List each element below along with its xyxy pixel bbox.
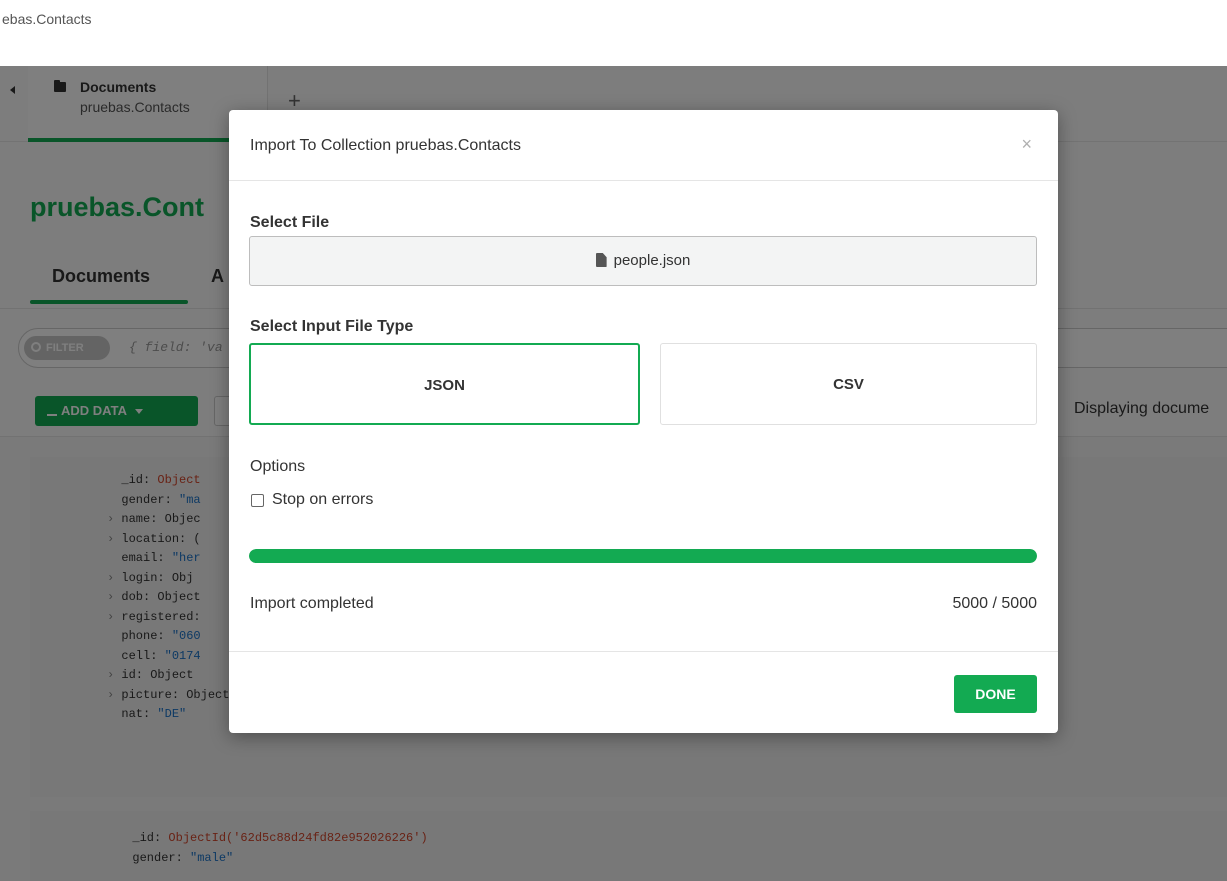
app: Documents pruebas.Contacts + pruebas.Con… (0, 66, 1227, 881)
file-picker[interactable]: people.json (249, 236, 1037, 286)
divider (229, 180, 1058, 181)
stop-on-errors-label[interactable]: Stop on errors (272, 491, 373, 509)
select-file-label: Select File (250, 214, 330, 231)
window-title-bar: ebas.Contacts (0, 0, 1227, 66)
import-status: Import completed (250, 595, 374, 612)
progress-bar (249, 549, 1037, 563)
window-title: ebas.Contacts (2, 11, 92, 27)
file-name: people.json (613, 252, 691, 269)
progress-fill (249, 549, 1037, 563)
file-icon (595, 253, 607, 267)
modal-title: Import To Collection pruebas.Contacts (250, 137, 521, 154)
type-csv-button[interactable]: CSV (660, 343, 1037, 425)
import-modal: Import To Collection pruebas.Contacts × … (229, 110, 1058, 733)
type-json-button[interactable]: JSON (249, 343, 640, 425)
input-file-type-label: Select Input File Type (250, 318, 414, 335)
done-button[interactable]: DONE (954, 675, 1037, 713)
stop-on-errors-checkbox[interactable] (251, 494, 264, 507)
close-icon[interactable]: × (1021, 134, 1032, 155)
import-count: 5000 / 5000 (952, 595, 1037, 612)
options-label: Options (250, 458, 306, 475)
divider (229, 651, 1058, 652)
